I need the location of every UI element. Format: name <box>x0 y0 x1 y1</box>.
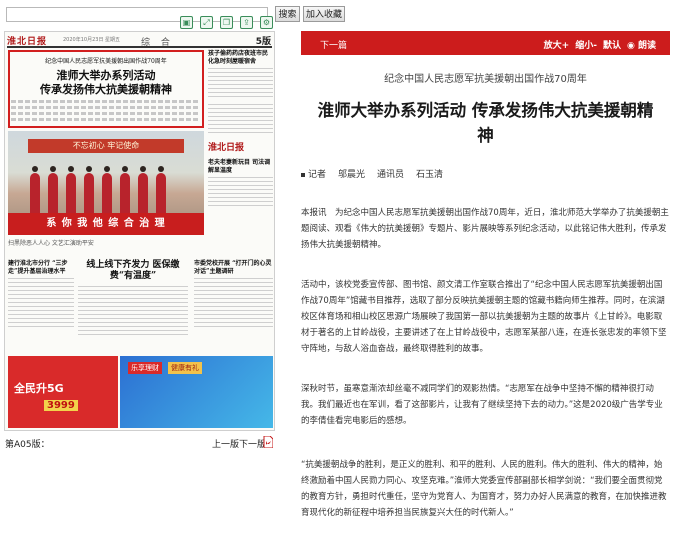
body-text-lines <box>78 286 188 336</box>
text-size-controls: 放大+ 缩小- 默认 ◉ 朗读 <box>544 38 656 51</box>
photo-performance[interactable]: 不忘初心 牢记使命 系 你 我 他 综 合 治 理 <box>8 131 204 235</box>
speaker-icon: ◉ <box>626 41 635 51</box>
article-byline: 记者 邬晨光 通讯员 石玉清 <box>301 167 443 180</box>
default-size-button[interactable]: 默认 <box>603 38 621 51</box>
add-favorite-button[interactable]: 加入收藏 <box>303 6 345 22</box>
page-tools: ▣ ⤢ ❐ ⇪ ⚙ <box>180 16 273 29</box>
body-text-lines <box>194 278 273 328</box>
ad-tag: 健康有礼 <box>168 362 202 374</box>
body-text-lines <box>11 100 199 103</box>
masthead-logo: 淮北日报 <box>7 37 48 47</box>
enlarge-text-button[interactable]: 放大+ <box>544 38 570 51</box>
header-rule <box>7 46 272 48</box>
side-article-title[interactable]: 老夫老妻新玩目 司法调解显温度 <box>208 159 273 175</box>
advertisement[interactable]: 全民升5G 3999 乐享理财 健康有礼 <box>8 356 273 428</box>
page-label: 第A05版： <box>5 440 50 450</box>
ad-price: 3999 <box>44 400 78 411</box>
read-aloud-label: 朗读 <box>637 41 656 51</box>
body-text-lines <box>208 68 273 98</box>
byline-reporter: 记者 <box>301 167 326 180</box>
lead-article-title-line2[interactable]: 传承发扬伟大抗美援朝精神 <box>10 81 202 97</box>
masthead-date: 2020年10月23日 星期五 <box>63 37 121 43</box>
fullscreen-icon[interactable]: ⤢ <box>200 16 213 29</box>
byline-label: 记者 <box>308 170 327 180</box>
body-text-lines <box>11 118 199 121</box>
body-text-lines <box>208 177 273 207</box>
save-icon[interactable]: ▣ <box>180 16 193 29</box>
bottom-article-title: 线上线下齐发力 医保缴费“有温度” <box>86 260 180 281</box>
reporter-name: 邬晨光 <box>338 170 366 180</box>
bottom-articles: 建行淮北市分行 “三步走”提升基层治理水平 线上线下齐发力 医保缴费“有温度” … <box>8 260 273 350</box>
search-button[interactable]: 搜索 <box>275 6 300 22</box>
body-text-lines <box>11 112 199 115</box>
next-page-link[interactable]: 下一版 <box>239 437 266 450</box>
shrink-text-button[interactable]: 缩小- <box>575 38 597 51</box>
bottom-article-right[interactable]: 市委党校开展 “打开门的心灵对话”主题调研 <box>194 260 273 348</box>
pdf-icon[interactable] <box>263 436 273 448</box>
bottom-article-title: 建行淮北市分行 “三步走”提升基层治理水平 <box>8 260 68 275</box>
newspaper-page[interactable]: 淮北日报 2020年10月23日 星期五 综 合 5版 纪念中国人民志愿军抗美援… <box>4 31 275 431</box>
ad-bank: 乐享理财 健康有礼 <box>120 356 273 428</box>
next-article-link[interactable]: 下一篇 <box>320 38 347 51</box>
photo-caption: 扫黑除恶人人心 文艺汇演助平安 <box>8 240 94 247</box>
bullet-icon <box>301 172 305 177</box>
prev-page-link[interactable]: 上一版 <box>212 437 239 450</box>
photo-strip-text: 系 你 我 他 综 合 治 理 <box>8 213 204 235</box>
bottom-article-mid[interactable]: 线上线下齐发力 医保缴费“有温度” <box>78 260 188 348</box>
lead-article-subtitle[interactable]: 纪念中国人民志愿军抗美援朝出国作战70周年 <box>10 56 202 65</box>
ad-tag: 乐享理财 <box>128 362 162 374</box>
ad-headline: 全民升5G <box>14 382 64 395</box>
read-aloud-button[interactable]: ◉ 朗读 <box>627 38 656 51</box>
article-title: 淮师大举办系列活动 传承发扬伟大抗美援朝精神 <box>317 101 654 145</box>
body-text-lines <box>8 278 74 328</box>
body-text-lines <box>208 104 273 134</box>
article-toolbar: 下一篇 放大+ 缩小- 默认 ◉ 朗读 <box>301 31 670 55</box>
copy-icon[interactable]: ❐ <box>220 16 233 29</box>
bottom-article-title: 市委党校开展 “打开门的心灵对话”主题调研 <box>194 260 272 275</box>
article-paragraph: 本报讯 为纪念中国人民志愿军抗美援朝出国作战70周年，近日，淮北师范大学举办了抗… <box>301 208 669 250</box>
article-paragraph: 深秋时节，虽寒意渐浓却丝毫不减同学们的观影热情。“志愿军在战争中坚持不懈的精神很… <box>301 384 663 426</box>
article-subtitle: 纪念中国人民志愿军抗美援朝出国作战70周年 <box>384 74 587 85</box>
side-article-title[interactable]: 孩子偷药药店夜班市民 化急时刻屋暖宿舍 <box>208 50 273 66</box>
settings-icon[interactable]: ⚙ <box>260 16 273 29</box>
article-paragraph: 活动中，该校党委宣传部、图书馆、颜文清工作室联合推出了“纪念中国人民志愿军抗美援… <box>301 280 667 354</box>
side-column: 孩子偷药药店夜班市民 化急时刻屋暖宿舍 淮北日报 老夫老妻新玩目 司法调解显温度 <box>208 50 273 250</box>
photo-banner: 不忘初心 牢记使命 <box>28 139 184 153</box>
article-paragraph: “抗美援朝战争的胜利，是正义的胜利、和平的胜利、人民的胜利。伟大的胜利、伟大的精… <box>301 460 667 518</box>
bottom-article-left[interactable]: 建行淮北市分行 “三步走”提升基层治理水平 <box>8 260 74 348</box>
side-brand-logo: 淮北日报 <box>208 143 245 153</box>
correspondent-label: 通讯员 <box>377 170 405 180</box>
body-text-lines <box>11 106 199 109</box>
correspondent-name: 石玉清 <box>416 170 444 180</box>
ad-telecom: 全民升5G 3999 <box>8 356 118 428</box>
share-icon[interactable]: ⇪ <box>240 16 253 29</box>
